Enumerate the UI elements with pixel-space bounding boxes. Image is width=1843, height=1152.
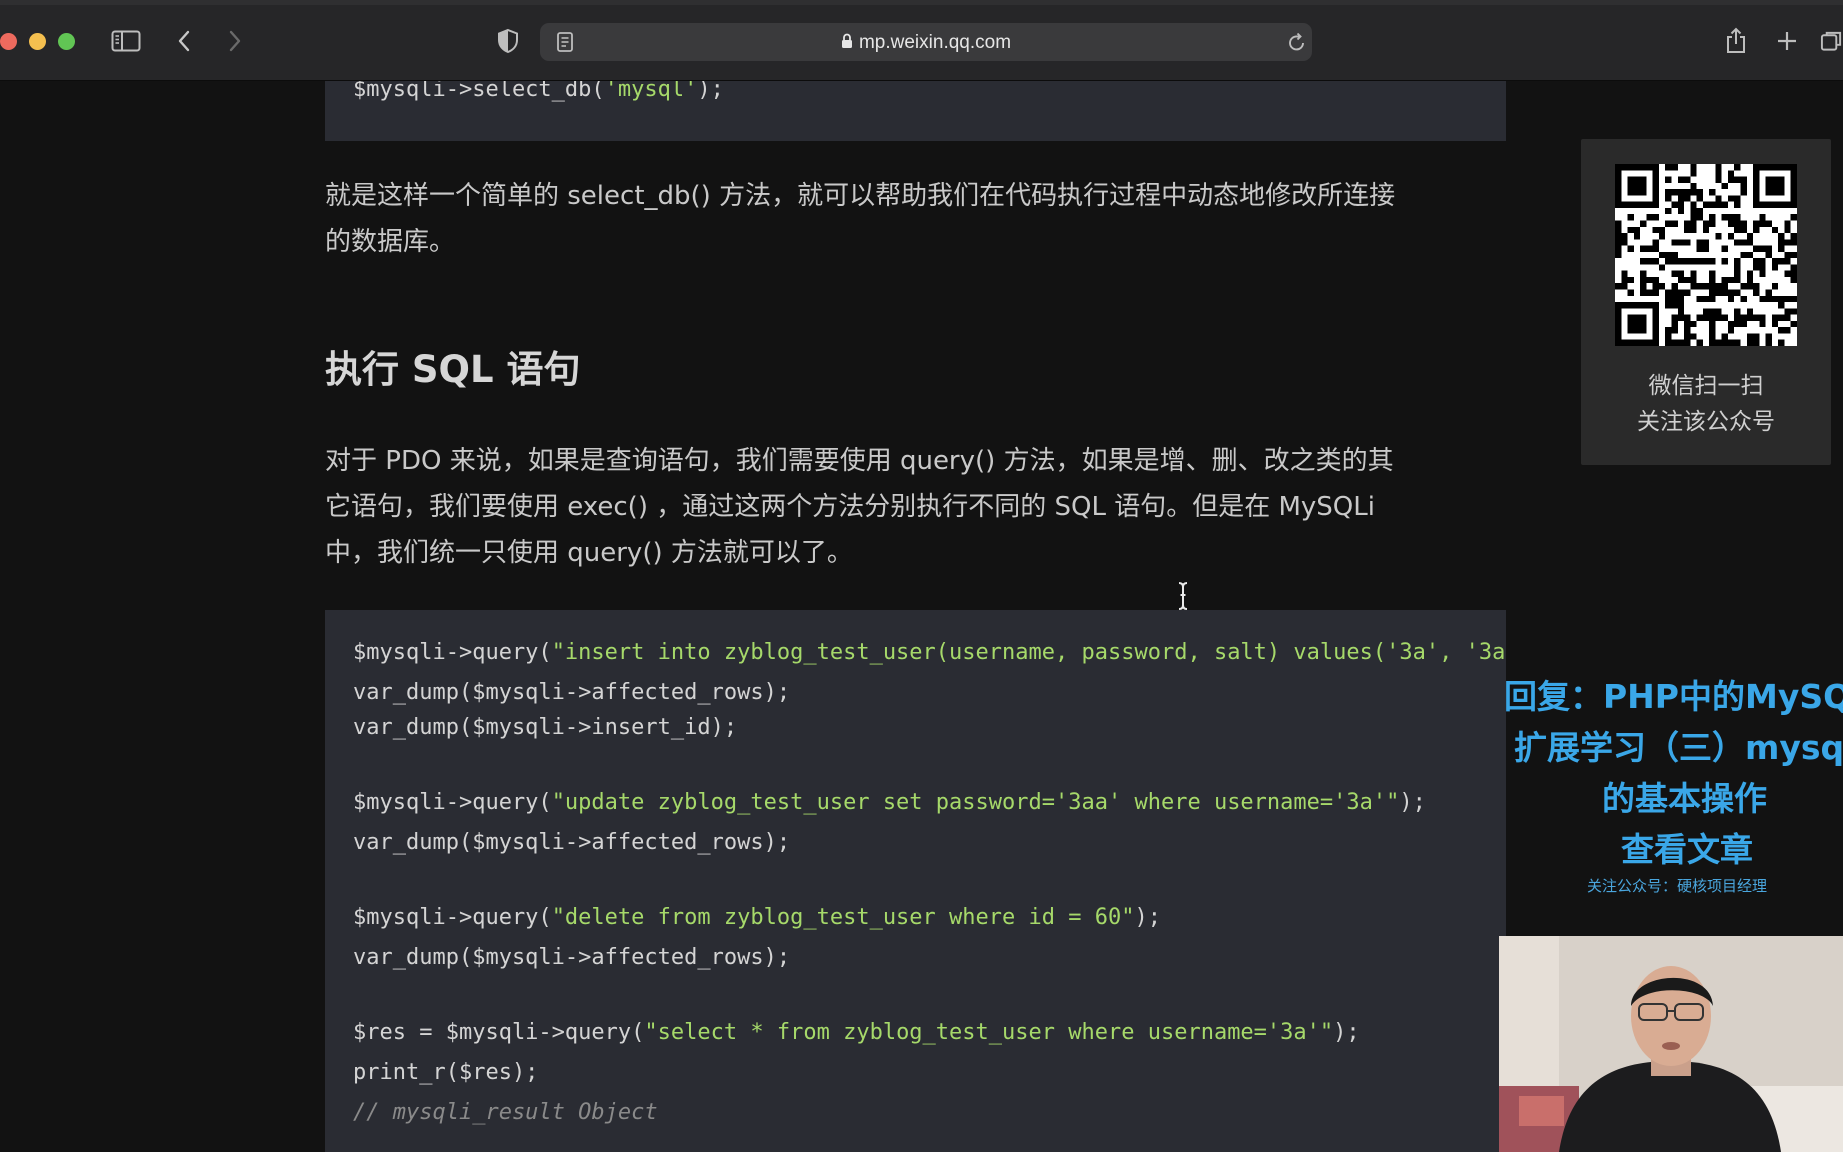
- paragraph-line: 对于 PDO 来说，如果是查询语句，我们需要使用 query() 方法，如果是增…: [325, 446, 1394, 476]
- window-top-edge: [0, 0, 1843, 5]
- maximize-window-button[interactable]: [58, 33, 75, 50]
- webcam-video: [1499, 936, 1843, 1152]
- reload-icon[interactable]: [1282, 27, 1312, 57]
- code-comment: // mysqli_result Object: [353, 1100, 658, 1125]
- promo-line: 扩展学习（三）mysq: [1514, 728, 1843, 767]
- code-line: var_dump($mysqli->insert_id);: [353, 715, 738, 740]
- code-block-select-db: $mysqli->select_db('mysql');: [325, 81, 1506, 141]
- shield-icon[interactable]: [493, 26, 523, 56]
- code-block-query: $mysqli->query("insert into zyblog_test_…: [325, 610, 1506, 1152]
- back-icon[interactable]: [169, 26, 199, 56]
- code-line: $res = $mysqli->query("select * from zyb…: [353, 1020, 1360, 1045]
- qr-code-image: [1615, 164, 1797, 346]
- sidebar-icon[interactable]: [111, 26, 141, 56]
- section-heading: 执行 SQL 语句: [325, 348, 581, 391]
- share-icon[interactable]: [1721, 26, 1751, 56]
- lock-icon: [841, 33, 853, 55]
- forward-icon[interactable]: [220, 26, 250, 56]
- paragraph-line: 中，我们统一只使用 query() 方法就可以了。: [325, 538, 853, 568]
- promo-line: 回复：PHP中的MySQ: [1504, 677, 1843, 716]
- browser-toolbar: mp.weixin.qq.com: [0, 0, 1843, 81]
- url-text: mp.weixin.qq.com: [858, 32, 1012, 53]
- code-line: $mysqli->query("update zyblog_test_user …: [353, 790, 1426, 815]
- paragraph-line: 就是这样一个简单的 select_db() 方法，就可以帮助我们在代码执行过程中…: [325, 181, 1396, 211]
- tabs-icon[interactable]: [1820, 26, 1843, 56]
- minimize-window-button[interactable]: [29, 33, 46, 50]
- new-tab-icon[interactable]: [1772, 26, 1802, 56]
- promo-line: 的基本操作: [1602, 779, 1767, 818]
- paragraph-line: 它语句，我们要使用 exec() ，通过这两个方法分别执行不同的 SQL 语句。…: [325, 492, 1375, 522]
- paragraph-query: 对于 PDO 来说，如果是查询语句，我们需要使用 query() 方法，如果是增…: [325, 438, 1515, 576]
- url-text-container: mp.weixin.qq.com: [540, 32, 1312, 55]
- code-line: print_r($res);: [353, 1060, 539, 1085]
- code-line: var_dump($mysqli->affected_rows);: [353, 945, 791, 970]
- qr-code-panel: 微信扫一扫 关注该公众号: [1581, 139, 1831, 465]
- promo-subline: 关注公众号：硬核项目经理: [1587, 877, 1768, 895]
- code-line: $mysqli->query("insert into zyblog_test_…: [353, 640, 1506, 665]
- paragraph-line: 的数据库。: [325, 227, 456, 257]
- qr-caption-line: 微信扫一扫: [1648, 373, 1764, 399]
- text-cursor-icon: [1178, 582, 1188, 610]
- code-line: $mysqli->query("delete from zyblog_test_…: [353, 905, 1161, 930]
- promo-overlay: 回复：PHP中的MySQ 扩展学习（三）mysq 的基本操作 查看文章 关注公众…: [1500, 670, 1843, 900]
- code-line: var_dump($mysqli->affected_rows);: [353, 830, 791, 855]
- code-line: $mysqli->select_db('mysql');: [353, 81, 724, 102]
- qr-caption-line: 关注该公众号: [1637, 409, 1775, 435]
- paragraph-select-db: 就是这样一个简单的 select_db() 方法，就可以帮助我们在代码执行过程中…: [325, 173, 1515, 265]
- promo-line: 查看文章: [1621, 830, 1753, 869]
- close-window-button[interactable]: [0, 33, 17, 50]
- code-line: var_dump($mysqli->affected_rows);: [353, 680, 791, 705]
- address-bar[interactable]: mp.weixin.qq.com: [540, 23, 1312, 61]
